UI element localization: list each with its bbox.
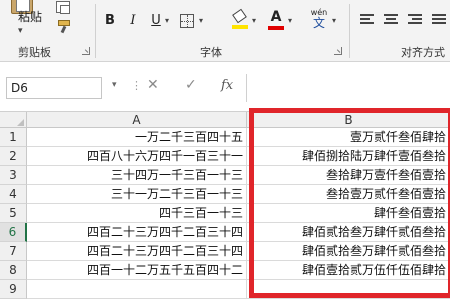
fill-color-dropdown-icon[interactable]: ▾ (252, 16, 256, 25)
enter-icon[interactable]: ✓ (185, 77, 197, 93)
table-row: 8 四百一十二万五千五百四十二 肆佰壹拾贰万伍仟伍佰肆拾 (0, 261, 450, 280)
bold-button[interactable]: B (104, 12, 116, 30)
formula-bar: D6 ▾ ⋮ ✕ ✓ fx (0, 62, 450, 112)
ribbon-separator (349, 4, 350, 58)
table-row: 9 (0, 280, 450, 299)
font-color-dropdown-icon[interactable]: ▾ (288, 16, 292, 25)
table-row: 2 四百八十六万四千一百三十一 肆佰捌拾陆万肆仟壹佰叁拾 (0, 147, 450, 166)
column-header-a[interactable]: A (27, 112, 247, 128)
cell-b[interactable]: 肆佰壹拾贰万伍仟伍佰肆拾 (247, 261, 450, 280)
row-header[interactable]: 6 (0, 223, 27, 242)
borders-dropdown-icon[interactable]: ▾ (199, 16, 203, 25)
phonetic-guide-icon[interactable]: wén 文 (308, 8, 330, 32)
underline-dropdown-icon[interactable]: ▾ (165, 16, 169, 25)
row-header[interactable]: 9 (0, 280, 27, 299)
table-row: 5 四千三百一十三 肆仟叁佰壹拾 (0, 204, 450, 223)
italic-button[interactable]: I (128, 12, 138, 30)
align-center-icon[interactable] (384, 14, 398, 26)
font-launcher-icon[interactable] (334, 47, 342, 55)
cell-b[interactable] (247, 280, 450, 299)
paste-button[interactable]: 粘贴 (18, 8, 42, 25)
cell-b[interactable]: 肆佰捌拾陆万肆仟壹佰叁拾 (247, 147, 450, 166)
cell-b[interactable]: 壹万贰仟叁佰肆拾 (247, 128, 450, 147)
borders-icon[interactable] (180, 14, 194, 28)
name-box-dropdown-icon[interactable]: ▾ (112, 80, 117, 90)
insert-function-icon[interactable]: fx (221, 78, 233, 93)
alignment-group-label: 对齐方式 (401, 46, 445, 59)
ribbon: 粘贴 ▾ 剪贴板 B I U ▾ ▾ ▾ A ▾ wén 文 ▾ 字体 对齐方式 (0, 0, 450, 62)
formula-bar-grip-icon[interactable]: ⋮ (131, 79, 142, 92)
cell-b[interactable]: 肆佰贰拾叁万肆仟贰佰叁拾 (247, 223, 450, 242)
justify-icon[interactable] (432, 14, 446, 26)
font-group-label: 字体 (200, 46, 222, 59)
cell-b[interactable]: 肆仟叁佰壹拾 (247, 204, 450, 223)
table-row: 6 四百二十三万四千二百三十四 肆佰贰拾叁万肆仟贰佰叁拾 (0, 223, 450, 242)
paste-dropdown-icon[interactable]: ▾ (18, 26, 23, 36)
column-header-b[interactable]: B (247, 112, 450, 128)
select-all-corner[interactable] (0, 112, 27, 128)
align-left-icon[interactable] (360, 14, 374, 26)
row-header[interactable]: 8 (0, 261, 27, 280)
cell-a[interactable]: 四百二十三万四千二百三十四 (27, 242, 247, 261)
row-header[interactable]: 2 (0, 147, 27, 166)
cell-a[interactable]: 四百一十二万五千五百四十二 (27, 261, 247, 280)
cell-a[interactable]: 三十四万一千三百一十三 (27, 166, 247, 185)
align-right-icon[interactable] (408, 14, 422, 26)
font-color-letter: A (270, 9, 282, 25)
clipboard-group: 粘贴 ▾ 剪贴板 (0, 0, 96, 62)
cell-b[interactable]: 肆佰贰拾叁万肆仟贰佰叁拾 (247, 242, 450, 261)
table-row: 3 三十四万一千三百一十三 叁拾肆万壹仟叁佰壹拾 (0, 166, 450, 185)
cell-a[interactable]: 一万二千三百四十五 (27, 128, 247, 147)
formula-input[interactable] (246, 74, 450, 102)
row-header[interactable]: 7 (0, 242, 27, 261)
cell-b[interactable]: 叁拾肆万壹仟叁佰壹拾 (247, 166, 450, 185)
cell-a[interactable]: 三十一万二千三百一十三 (27, 185, 247, 204)
table-row: 7 四百二十三万四千二百三十四 肆佰贰拾叁万肆仟贰佰叁拾 (0, 242, 450, 261)
cell-b[interactable]: 叁拾壹万贰仟叁佰壹拾 (247, 185, 450, 204)
table-row: 4 三十一万二千三百一十三 叁拾壹万贰仟叁佰壹拾 (0, 185, 450, 204)
cell-a[interactable]: 四百八十六万四千一百三十一 (27, 147, 247, 166)
cell-a[interactable]: 四百二十三万四千二百三十四 (27, 223, 247, 242)
fill-color-icon[interactable] (232, 8, 248, 29)
row-header[interactable]: 5 (0, 204, 27, 223)
clipboard-group-label: 剪贴板 (18, 46, 51, 59)
copy-icon[interactable] (56, 1, 70, 14)
row-header[interactable]: 4 (0, 185, 27, 204)
cell-a[interactable] (27, 280, 247, 299)
format-painter-icon[interactable] (58, 20, 72, 34)
font-color-button[interactable]: A (268, 9, 284, 31)
row-header[interactable]: 1 (0, 128, 27, 147)
phonetic-char: 文 (312, 16, 325, 30)
cell-a[interactable]: 四千三百一十三 (27, 204, 247, 223)
underline-button[interactable]: U (150, 12, 162, 30)
phonetic-dropdown-icon[interactable]: ▾ (332, 16, 336, 25)
clipboard-launcher-icon[interactable] (82, 47, 90, 55)
worksheet-grid[interactable]: A B 1 一万二千三百四十五 壹万贰仟叁佰肆拾 2 四百八十六万四千一百三十一 肆佰捌拾… (0, 112, 450, 300)
column-header-row: A B (0, 112, 450, 128)
table-row: 1 一万二千三百四十五 壹万贰仟叁佰肆拾 (0, 128, 450, 147)
ribbon-separator (95, 4, 96, 58)
name-box[interactable]: D6 (6, 77, 102, 99)
cancel-icon[interactable]: ✕ (147, 77, 159, 93)
row-header[interactable]: 3 (0, 166, 27, 185)
